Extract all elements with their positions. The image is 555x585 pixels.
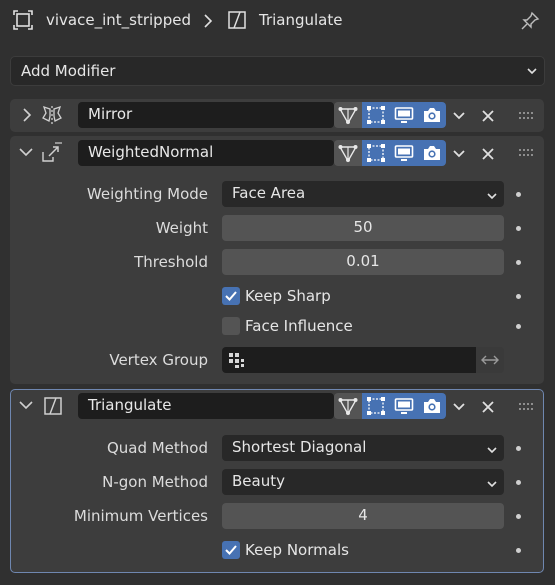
modifier-panel-triangulate: Triangulate Quad Method Shortest Diagona… [10, 389, 544, 573]
quad-method-value: Shortest Diagonal [232, 438, 367, 456]
vertex-group-label: Vertex Group [109, 351, 208, 369]
keyframe-dot[interactable] [516, 480, 521, 485]
vertex-group-icon [228, 351, 246, 373]
modifier-name-field[interactable]: Triangulate [78, 393, 334, 419]
modifier-menu-chevron-icon[interactable] [450, 145, 468, 163]
chevron-down-icon [486, 442, 498, 460]
ngon-method-label: N-gon Method [102, 473, 208, 491]
add-modifier-label: Add Modifier [21, 62, 116, 80]
keyframe-dot[interactable] [516, 548, 521, 553]
keyframe-dot[interactable] [516, 260, 521, 265]
on-cage-toggle[interactable] [334, 393, 362, 419]
edit-mode-icon [367, 144, 385, 162]
edit-mode-icon [367, 106, 385, 124]
weight-field[interactable]: 50 [222, 215, 504, 241]
modifier-menu-chevron-icon[interactable] [450, 398, 468, 416]
viewport-toggle[interactable] [390, 393, 418, 419]
pin-icon[interactable] [518, 9, 542, 33]
keyframe-dot[interactable] [516, 192, 521, 197]
keyframe-dot[interactable] [516, 324, 521, 329]
camera-icon [424, 146, 440, 160]
modifier-panel-weightednormal: WeightedNormal Weighting Mode Face Area … [10, 136, 544, 384]
on-cage-icon [338, 145, 358, 163]
camera-icon [424, 399, 440, 413]
monitor-icon [394, 145, 414, 161]
keep-normals-label[interactable]: Keep Normals [245, 541, 349, 559]
keep-sharp-checkbox[interactable] [222, 287, 240, 305]
object-icon[interactable] [12, 9, 34, 31]
triangulate-modifier-icon [226, 9, 248, 31]
render-toggle[interactable] [418, 102, 446, 128]
add-modifier-dropdown[interactable]: Add Modifier [10, 56, 545, 86]
weighted-normal-modifier-icon [40, 141, 64, 163]
edit-mode-toggle[interactable] [362, 140, 390, 166]
properties-header: vivace_int_stripped Triangulate [0, 0, 555, 42]
checkmark-icon [225, 291, 237, 301]
weighting-mode-dropdown[interactable]: Face Area [222, 181, 504, 207]
keyframe-dot[interactable] [516, 514, 521, 519]
on-cage-icon [338, 107, 358, 125]
collapse-chevron-icon[interactable] [18, 145, 34, 159]
monitor-icon [394, 107, 414, 123]
mirror-modifier-icon [40, 104, 64, 126]
weighting-mode-value: Face Area [232, 184, 306, 202]
face-influence-label[interactable]: Face Influence [245, 317, 353, 335]
triangulate-modifier-icon [41, 395, 65, 417]
edit-mode-toggle[interactable] [362, 102, 390, 128]
edit-mode-toggle[interactable] [362, 393, 390, 419]
close-icon[interactable] [479, 398, 497, 416]
weight-label: Weight [155, 219, 208, 237]
breadcrumb-chevron-icon [201, 12, 215, 30]
modifier-menu-chevron-icon[interactable] [450, 107, 468, 125]
keyframe-dot[interactable] [516, 226, 521, 231]
expand-chevron-icon[interactable] [20, 107, 34, 123]
modifier-panel-mirror: Mirror [10, 99, 544, 132]
render-toggle[interactable] [418, 393, 446, 419]
camera-icon [424, 108, 440, 122]
edit-mode-icon [367, 397, 385, 415]
keep-normals-checkbox[interactable] [222, 541, 240, 559]
close-icon[interactable] [479, 107, 497, 125]
collapse-chevron-icon[interactable] [18, 398, 34, 412]
close-icon[interactable] [479, 145, 497, 163]
minimum-vertices-field[interactable]: 4 [222, 503, 504, 529]
object-name: vivace_int_stripped [46, 11, 191, 29]
keyframe-dot[interactable] [516, 294, 521, 299]
viewport-toggle[interactable] [390, 102, 418, 128]
ngon-method-value: Beauty [232, 472, 285, 490]
checkmark-icon [225, 545, 237, 555]
quad-method-label: Quad Method [106, 439, 208, 457]
threshold-field[interactable]: 0.01 [222, 249, 504, 275]
ngon-method-dropdown[interactable]: Beauty [222, 469, 504, 495]
chevron-down-icon [526, 65, 538, 81]
drag-handle-icon[interactable] [518, 146, 534, 156]
invert-vertex-group-toggle[interactable] [476, 347, 504, 373]
vertex-group-field[interactable] [222, 347, 476, 373]
monitor-icon [394, 398, 414, 414]
on-cage-toggle[interactable] [334, 102, 362, 128]
minimum-vertices-label: Minimum Vertices [73, 507, 208, 525]
render-toggle[interactable] [418, 140, 446, 166]
active-modifier-name: Triangulate [259, 11, 343, 29]
on-cage-toggle[interactable] [334, 140, 362, 166]
keep-sharp-label[interactable]: Keep Sharp [245, 287, 331, 305]
keyframe-dot[interactable] [516, 446, 521, 451]
chevron-down-icon [486, 476, 498, 494]
swap-arrows-icon [481, 355, 499, 365]
threshold-label: Threshold [134, 253, 208, 271]
drag-handle-icon[interactable] [518, 109, 534, 119]
chevron-down-icon [486, 188, 498, 206]
on-cage-icon [338, 398, 358, 416]
quad-method-dropdown[interactable]: Shortest Diagonal [222, 435, 504, 461]
face-influence-checkbox[interactable] [222, 317, 240, 335]
modifier-name-field[interactable]: WeightedNormal [78, 140, 334, 166]
viewport-toggle[interactable] [390, 140, 418, 166]
drag-handle-icon[interactable] [518, 400, 534, 410]
modifier-name-field[interactable]: Mirror [78, 102, 334, 128]
weighting-mode-label: Weighting Mode [86, 185, 208, 203]
